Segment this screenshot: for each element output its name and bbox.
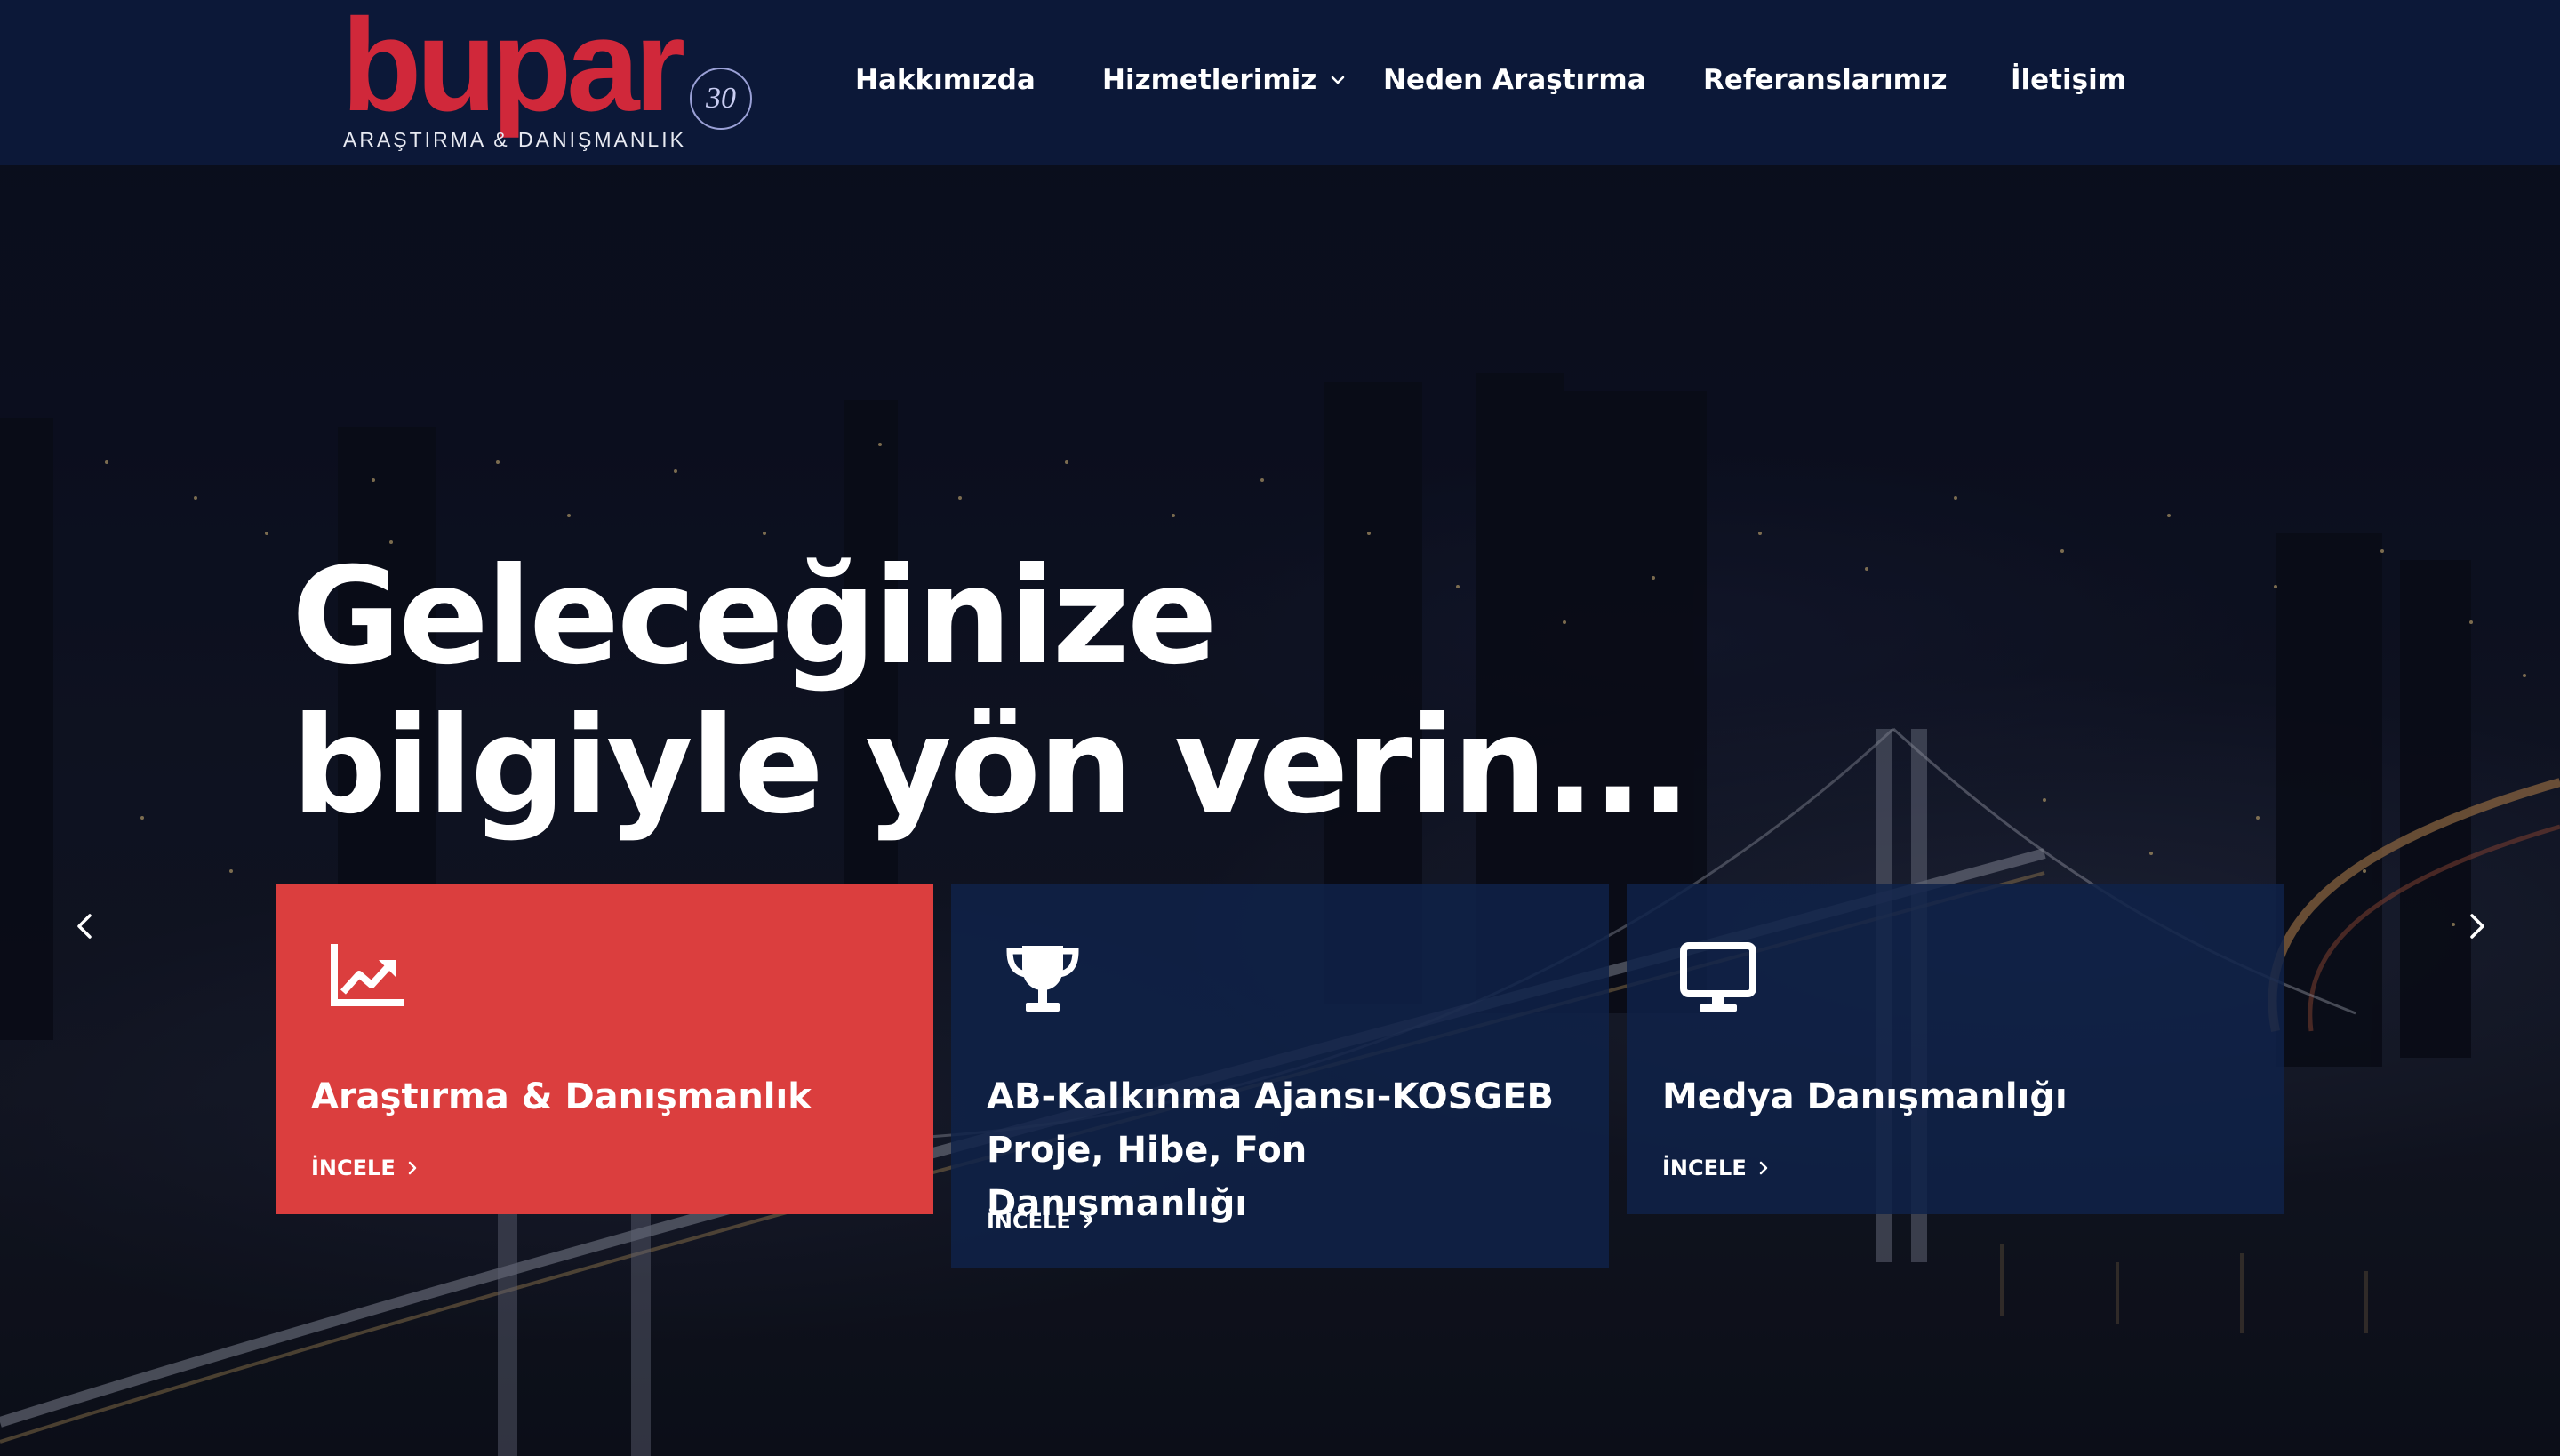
- brand-tagline: ARAŞTIRMA & DANIŞMANLIK: [343, 128, 686, 151]
- nav-item-hakkimizda[interactable]: Hakkımızda: [855, 64, 1036, 96]
- card-link-label: İNCELE: [1662, 1156, 1747, 1180]
- service-card-arastirma[interactable]: Araştırma & Danışmanlık İNCELE: [276, 884, 933, 1214]
- card-link-incele[interactable]: İNCELE: [311, 1156, 419, 1180]
- chevron-left-icon[interactable]: [68, 908, 103, 944]
- nav-item-referanslarimiz[interactable]: Referanslarımız: [1703, 64, 1948, 96]
- card-title: AB-Kalkınma Ajansı-KOSGEB Proje, Hibe, F…: [987, 1076, 1555, 1224]
- hero-headline-line2: bilgiyle yön verin...: [292, 689, 1692, 844]
- trophy-icon: [1006, 946, 1079, 1012]
- brand-logo[interactable]: bupar 30 ARAŞTIRMA & DANIŞMANLIK: [341, 0, 759, 153]
- chevron-right-icon: [1084, 1214, 1092, 1228]
- monitor-icon: [1680, 942, 1756, 1012]
- nav-item-label: Hakkımızda: [855, 64, 1036, 96]
- nav-item-neden-arastirma[interactable]: Neden Araştırma: [1383, 64, 1646, 96]
- card-title: Araştırma & Danışmanlık: [311, 1076, 812, 1117]
- chevron-down-icon: [1331, 76, 1345, 84]
- nav-item-label: Hizmetlerimiz: [1102, 64, 1317, 96]
- chevron-right-icon[interactable]: [2459, 908, 2494, 944]
- card-title: Medya Danışmanlığı: [1662, 1076, 2068, 1117]
- nav-item-label: Neden Araştırma: [1383, 64, 1646, 96]
- hero-headline: Geleceğinize bilgiyle yön verin...: [292, 542, 1803, 841]
- card-link-incele[interactable]: İNCELE: [1662, 1156, 1770, 1180]
- hero-headline-line1: Geleceğinize: [292, 540, 1218, 694]
- nav-item-label: İletişim: [2011, 64, 2127, 96]
- service-card-medya[interactable]: Medya Danışmanlığı İNCELE: [1627, 884, 2284, 1214]
- brand-name: bupar: [341, 0, 685, 139]
- nav-item-hizmetlerimiz[interactable]: Hizmetlerimiz: [1102, 64, 1347, 96]
- service-card-ab-kalkinma[interactable]: AB-Kalkınma Ajansı-KOSGEB Proje, Hibe, F…: [951, 884, 1609, 1268]
- card-link-incele[interactable]: İNCELE: [987, 1209, 1094, 1234]
- card-link-label: İNCELE: [311, 1156, 396, 1180]
- line-chart-icon: [331, 944, 404, 1006]
- anniversary-badge: 30: [690, 68, 752, 130]
- chevron-right-icon: [408, 1161, 416, 1175]
- site-header: bupar 30 ARAŞTIRMA & DANIŞMANLIK Hakkımı…: [0, 0, 2560, 165]
- chevron-right-icon: [1759, 1161, 1767, 1175]
- nav-item-iletisim[interactable]: İletişim: [2011, 64, 2126, 96]
- nav-item-label: Referanslarımız: [1703, 64, 1948, 96]
- card-link-label: İNCELE: [987, 1209, 1071, 1234]
